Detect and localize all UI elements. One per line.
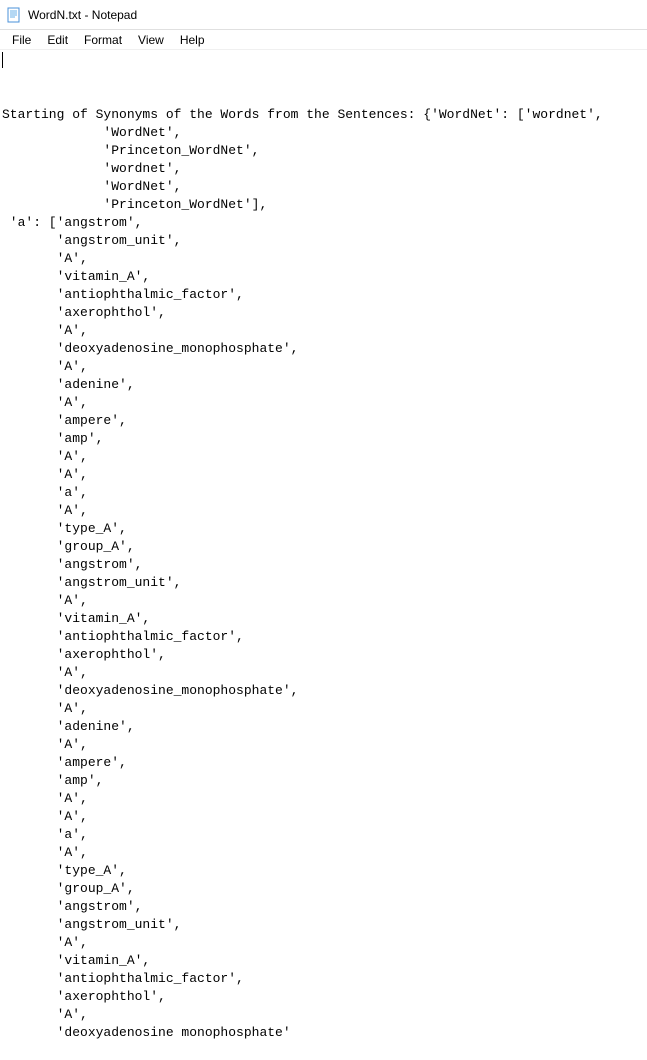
menubar: File Edit Format View Help: [0, 30, 647, 50]
menu-view[interactable]: View: [130, 31, 172, 49]
window-title: WordN.txt - Notepad: [28, 8, 137, 22]
menu-edit[interactable]: Edit: [39, 31, 76, 49]
text-area[interactable]: Starting of Synonyms of the Words from t…: [0, 50, 647, 1060]
notepad-icon: [6, 7, 22, 23]
text-cursor: [2, 52, 3, 68]
menu-file[interactable]: File: [4, 31, 39, 49]
titlebar: WordN.txt - Notepad: [0, 0, 647, 30]
text-content: Starting of Synonyms of the Words from t…: [2, 106, 647, 1042]
menu-help[interactable]: Help: [172, 31, 213, 49]
menu-format[interactable]: Format: [76, 31, 130, 49]
